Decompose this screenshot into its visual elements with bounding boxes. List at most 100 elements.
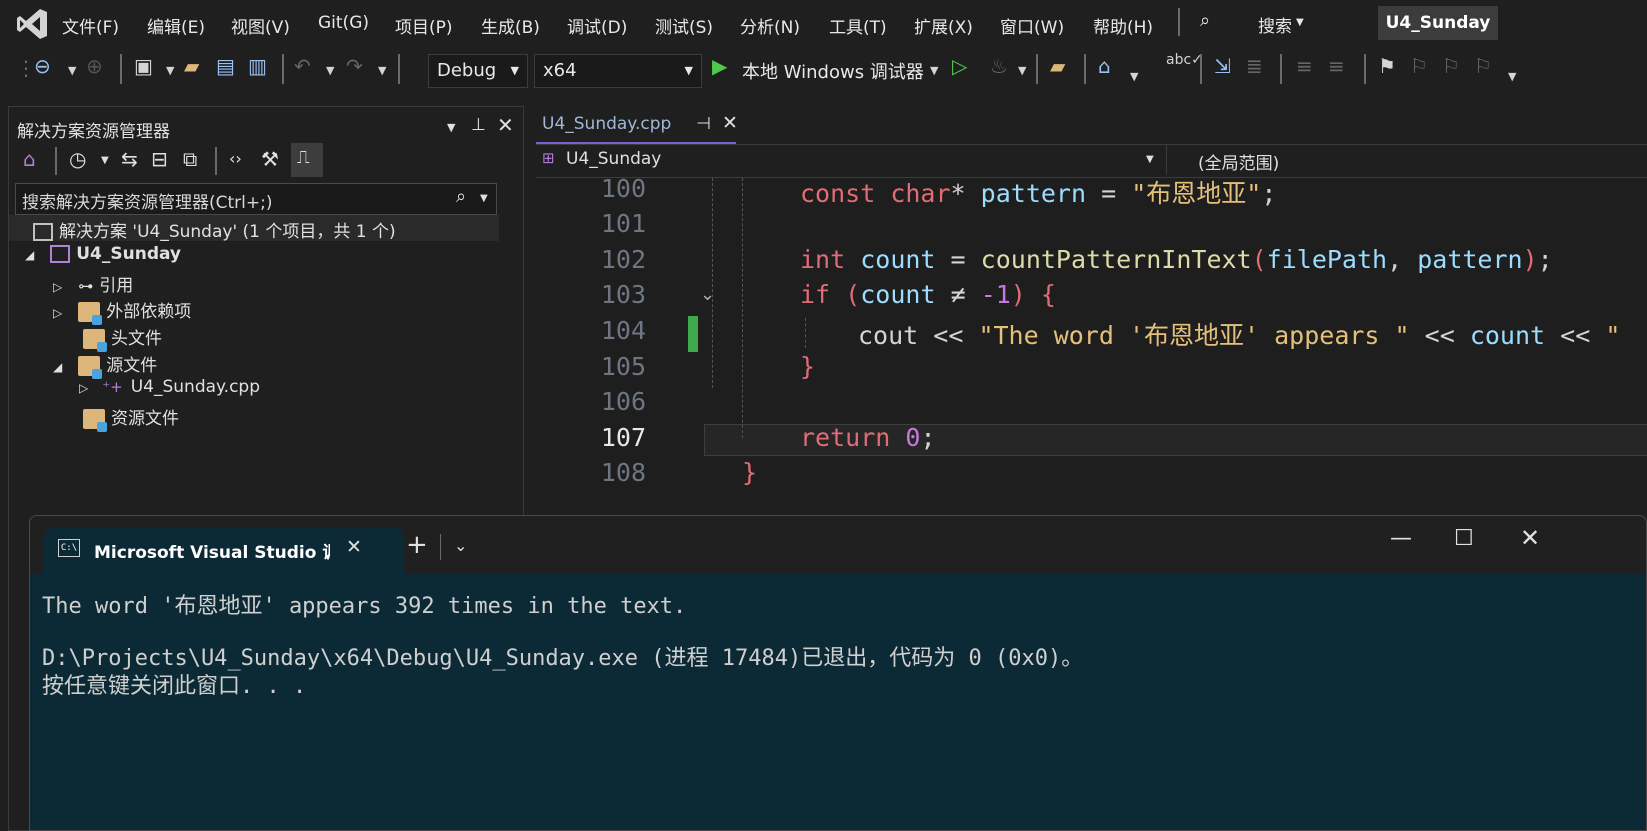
menu-debug[interactable]: 调试(D) bbox=[567, 13, 627, 38]
close-icon[interactable]: ✕ bbox=[497, 113, 514, 137]
collapsed-arrow-icon[interactable]: ▷ bbox=[79, 381, 88, 395]
expanded-arrow-icon[interactable]: ◢ bbox=[53, 360, 62, 374]
menu-edit[interactable]: 编辑(E) bbox=[147, 13, 205, 38]
cpp-file-icon: ⁺+ bbox=[102, 378, 123, 396]
bookmark-icon[interactable]: ⚑ bbox=[1378, 54, 1396, 78]
show-all-files-icon[interactable]: ⧉ bbox=[183, 147, 197, 171]
pin-icon[interactable]: ⊥ bbox=[471, 115, 486, 135]
menu-help[interactable]: 帮助(H) bbox=[1093, 13, 1153, 38]
properties-wrench-icon[interactable]: ⚒ bbox=[261, 147, 279, 171]
visual-studio-logo-icon[interactable] bbox=[14, 6, 50, 42]
chevron-down-icon[interactable]: ▼ bbox=[930, 64, 938, 77]
find-in-files-icon[interactable]: ▰ bbox=[1050, 54, 1065, 78]
view-code-icon[interactable]: ‹› bbox=[229, 149, 242, 168]
chevron-down-icon[interactable]: ▼ bbox=[480, 193, 488, 204]
chevron-down-icon[interactable]: ▼ bbox=[68, 64, 76, 77]
tree-item-project[interactable]: ◢ U4_Sunday bbox=[25, 244, 181, 264]
config-select[interactable]: Debug ▼ bbox=[428, 54, 528, 88]
redo-icon[interactable]: ↷ bbox=[346, 54, 363, 78]
search-icon[interactable]: ⌕ bbox=[1200, 10, 1210, 31]
menu-extensions[interactable]: 扩展(X) bbox=[914, 13, 973, 38]
chevron-down-icon[interactable]: ⌄ bbox=[454, 536, 467, 555]
tree-item-solution[interactable]: 解决方案 'U4_Sunday' (1 个项目，共 1 个) bbox=[33, 217, 396, 242]
current-line-number: 107 bbox=[600, 423, 646, 452]
global-scope-dropdown[interactable]: (全局范围) bbox=[1168, 145, 1647, 175]
tree-item-resource-files[interactable]: 资源文件 bbox=[83, 404, 179, 432]
start-debug-play-icon[interactable]: ▶ bbox=[712, 54, 727, 78]
layout-icon[interactable]: ⌂ bbox=[1098, 54, 1111, 78]
pin-icon[interactable]: ⊣ bbox=[696, 114, 711, 134]
uncomment-icon[interactable]: ≣ bbox=[1246, 54, 1263, 78]
save-all-icon[interactable]: ▥ bbox=[248, 54, 267, 78]
tree-item-header-files[interactable]: 头文件 bbox=[83, 324, 162, 352]
chevron-down-icon[interactable]: ▼ bbox=[101, 155, 109, 166]
menu-window[interactable]: 窗口(W) bbox=[1000, 13, 1064, 38]
menu-test[interactable]: 测试(S) bbox=[655, 13, 713, 38]
collapsed-arrow-icon[interactable]: ▷ bbox=[53, 306, 62, 320]
collapse-all-icon[interactable]: ⊟ bbox=[151, 147, 168, 171]
pending-changes-icon[interactable]: ◷ bbox=[69, 147, 86, 171]
open-file-icon[interactable]: ▰ bbox=[184, 54, 199, 78]
search-icon[interactable]: ⌕ bbox=[456, 186, 466, 207]
menu-build[interactable]: 生成(B) bbox=[481, 13, 540, 38]
toolbar-separator bbox=[55, 147, 57, 175]
minimize-icon[interactable]: — bbox=[1390, 526, 1412, 551]
close-icon[interactable]: ✕ bbox=[1520, 524, 1540, 552]
chevron-down-icon[interactable]: ▼ bbox=[326, 64, 334, 77]
project-scope-dropdown[interactable]: ⊞ U4_Sunday ▼ bbox=[536, 145, 1167, 175]
chevron-down-icon[interactable]: ▼ bbox=[1130, 70, 1138, 83]
comment-icon[interactable]: ⇲ bbox=[1214, 54, 1231, 78]
code-line-103: if (count ≠ -1) { bbox=[800, 280, 1056, 309]
tree-item-external-deps[interactable]: ▷ 外部依赖项 bbox=[53, 297, 191, 325]
menu-bar: 文件(F) 编辑(E) 视图(V) Git(G) 项目(P) 生成(B) 调试(… bbox=[0, 0, 1647, 48]
home-icon[interactable]: ⌂ bbox=[23, 147, 36, 171]
chevron-down-icon[interactable]: ▼ bbox=[1508, 70, 1516, 83]
indent-icon[interactable]: ≡ bbox=[1328, 54, 1345, 78]
chevron-down-icon[interactable]: ▼ bbox=[1296, 17, 1304, 28]
sync-icon[interactable]: ⇆ bbox=[121, 147, 138, 171]
close-icon[interactable]: ✕ bbox=[346, 536, 362, 558]
navigate-forward-icon[interactable]: ⊕ bbox=[86, 54, 103, 78]
preview-selected-button[interactable]: ⎍ bbox=[291, 143, 323, 177]
menu-file[interactable]: 文件(F) bbox=[62, 13, 119, 38]
maximize-icon[interactable]: ☐ bbox=[1454, 526, 1474, 551]
indent-guide bbox=[805, 318, 806, 348]
solution-search-input[interactable]: 搜索解决方案资源管理器(Ctrl+;) ⌕ ▼ bbox=[15, 183, 497, 215]
start-without-debug-icon[interactable]: ▷ bbox=[952, 54, 967, 78]
menu-project[interactable]: 项目(P) bbox=[395, 13, 453, 38]
navigate-back-icon[interactable]: ⊖ bbox=[34, 54, 51, 78]
chevron-down-icon[interactable]: ▼ bbox=[1018, 64, 1026, 77]
header-files-label: 头文件 bbox=[111, 329, 162, 349]
save-icon[interactable]: ▤ bbox=[216, 54, 235, 78]
menu-git[interactable]: Git(G) bbox=[318, 13, 369, 33]
clear-bookmarks-icon[interactable]: ⚐ bbox=[1474, 54, 1492, 78]
toolbar-separator bbox=[1364, 54, 1366, 84]
collapsed-arrow-icon[interactable]: ▷ bbox=[53, 280, 62, 294]
tree-item-references[interactable]: ▷ ⊶ 引用 bbox=[53, 271, 133, 296]
chevron-down-icon[interactable]: ▼ bbox=[166, 64, 174, 77]
menu-tools[interactable]: 工具(T) bbox=[829, 13, 887, 38]
debugger-label[interactable]: 本地 Windows 调试器 bbox=[742, 58, 924, 84]
spell-check-icon[interactable]: abc✓ bbox=[1166, 52, 1203, 68]
expanded-arrow-icon[interactable]: ◢ bbox=[25, 248, 34, 262]
close-icon[interactable]: ✕ bbox=[722, 112, 738, 134]
menu-analyze[interactable]: 分析(N) bbox=[740, 13, 800, 38]
code-area[interactable]: 100 101 102 103 104 105 106 107 108 ⌄ co… bbox=[536, 174, 1647, 514]
outdent-icon[interactable]: ≡ bbox=[1296, 54, 1313, 78]
platform-select[interactable]: x64 ▼ bbox=[534, 54, 702, 88]
console-tab[interactable]: C:\ Microsoft Visual Studio 调试控 ✕ bbox=[44, 528, 404, 574]
chevron-down-icon[interactable]: ▼ bbox=[378, 64, 386, 77]
undo-icon[interactable]: ↶ bbox=[294, 54, 311, 78]
search-placeholder: 搜索解决方案资源管理器(Ctrl+;) bbox=[22, 193, 273, 213]
chevron-down-icon[interactable]: ▼ bbox=[447, 121, 455, 134]
menu-view[interactable]: 视图(V) bbox=[231, 13, 290, 38]
toolbar-separator bbox=[1036, 54, 1038, 84]
hot-reload-icon[interactable]: ♨ bbox=[990, 54, 1008, 78]
next-bookmark-icon[interactable]: ⚐ bbox=[1442, 54, 1460, 78]
prev-bookmark-icon[interactable]: ⚐ bbox=[1410, 54, 1428, 78]
new-tab-plus-icon[interactable]: + bbox=[406, 530, 428, 560]
tree-item-cpp-file[interactable]: ▷ ⁺+ U4_Sunday.cpp bbox=[79, 377, 260, 397]
search-label[interactable]: 搜索 bbox=[1258, 12, 1292, 37]
tree-item-source-files[interactable]: ◢ 源文件 bbox=[53, 351, 157, 379]
new-project-icon[interactable]: ▣ bbox=[134, 54, 153, 78]
